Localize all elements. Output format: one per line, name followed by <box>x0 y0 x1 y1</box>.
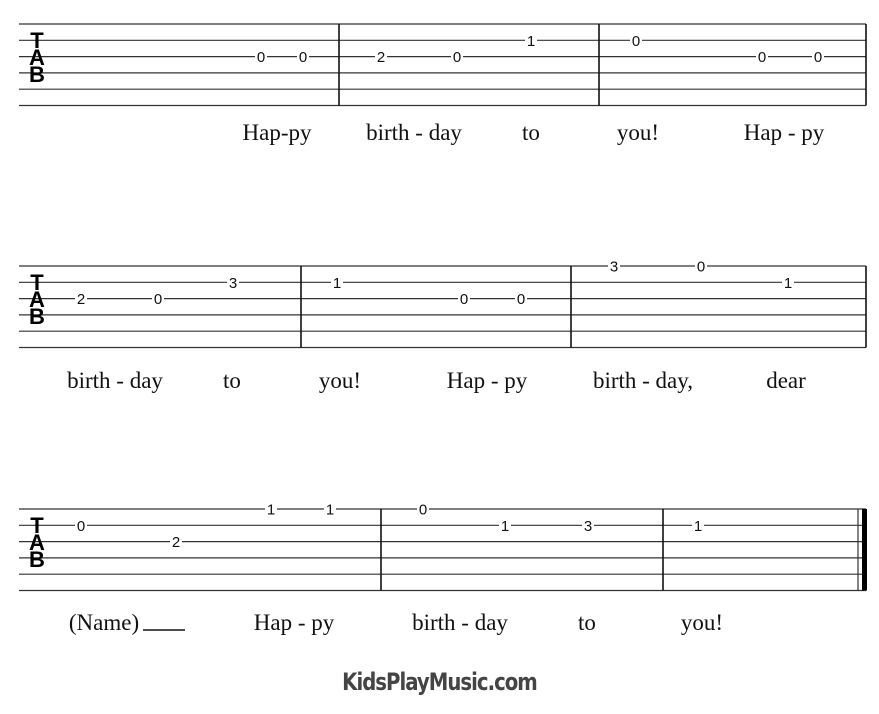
lyric-syllable: to <box>522 120 540 145</box>
footer-brand: KidsPlayMusic.com <box>342 668 538 696</box>
fret-number: 0 <box>460 291 468 308</box>
tab-clef-b: B <box>29 547 45 572</box>
lyric-syllable: Hap - py <box>254 610 335 635</box>
tab-sheet: TAB0 0 2 01 00 0Hap-py birth - day to you! Hap - … <box>19 23 867 635</box>
lyric-syllable: to <box>223 368 241 393</box>
fret-number: 0 <box>419 502 427 519</box>
fret-number: 1 <box>694 518 702 535</box>
fret-number: 1 <box>784 275 792 292</box>
fret-number: 0 <box>517 291 525 308</box>
fret-number: 2 <box>77 291 85 308</box>
lyric-syllable: you! <box>319 368 361 393</box>
fret-number: 0 <box>632 33 640 50</box>
lyric-syllable: you! <box>617 120 659 145</box>
lyric-syllable: birth - day <box>366 120 462 145</box>
lyric-syllable: Hap - py <box>447 368 528 393</box>
lyric-syllable: (Name) <box>69 610 139 635</box>
lyric-syllable: Hap - py <box>744 120 825 145</box>
lyric-syllable: dear <box>766 368 806 393</box>
lyric-syllable: birth - day <box>67 368 163 393</box>
fret-number: 0 <box>453 49 461 66</box>
fret-number: 3 <box>584 518 592 535</box>
lyric-syllable: to <box>578 610 596 635</box>
lyric-syllable: Hap-py <box>243 120 312 145</box>
fret-number: 1 <box>527 33 535 50</box>
fret-number: 3 <box>229 275 237 292</box>
fret-number: 0 <box>697 259 705 276</box>
fret-number: 1 <box>501 518 509 535</box>
fret-number: 0 <box>758 49 766 66</box>
fret-number: 1 <box>333 275 341 292</box>
fret-number: 0 <box>77 518 85 535</box>
fret-number: 0 <box>257 49 265 66</box>
fret-number: 0 <box>154 291 162 308</box>
fret-number: 2 <box>377 49 385 66</box>
fret-number: 1 <box>326 502 334 519</box>
fret-number: 0 <box>814 49 822 66</box>
fret-number: 3 <box>610 259 618 276</box>
fret-number: 0 <box>299 49 307 66</box>
tab-clef-b: B <box>29 304 45 329</box>
fret-number: 1 <box>267 502 275 519</box>
lyric-syllable: birth - day, <box>593 368 693 393</box>
fret-number: 2 <box>172 534 180 551</box>
lyric-syllable: you! <box>681 610 723 635</box>
tab-clef-b: B <box>29 62 45 87</box>
lyric-syllable: birth - day <box>412 610 508 635</box>
